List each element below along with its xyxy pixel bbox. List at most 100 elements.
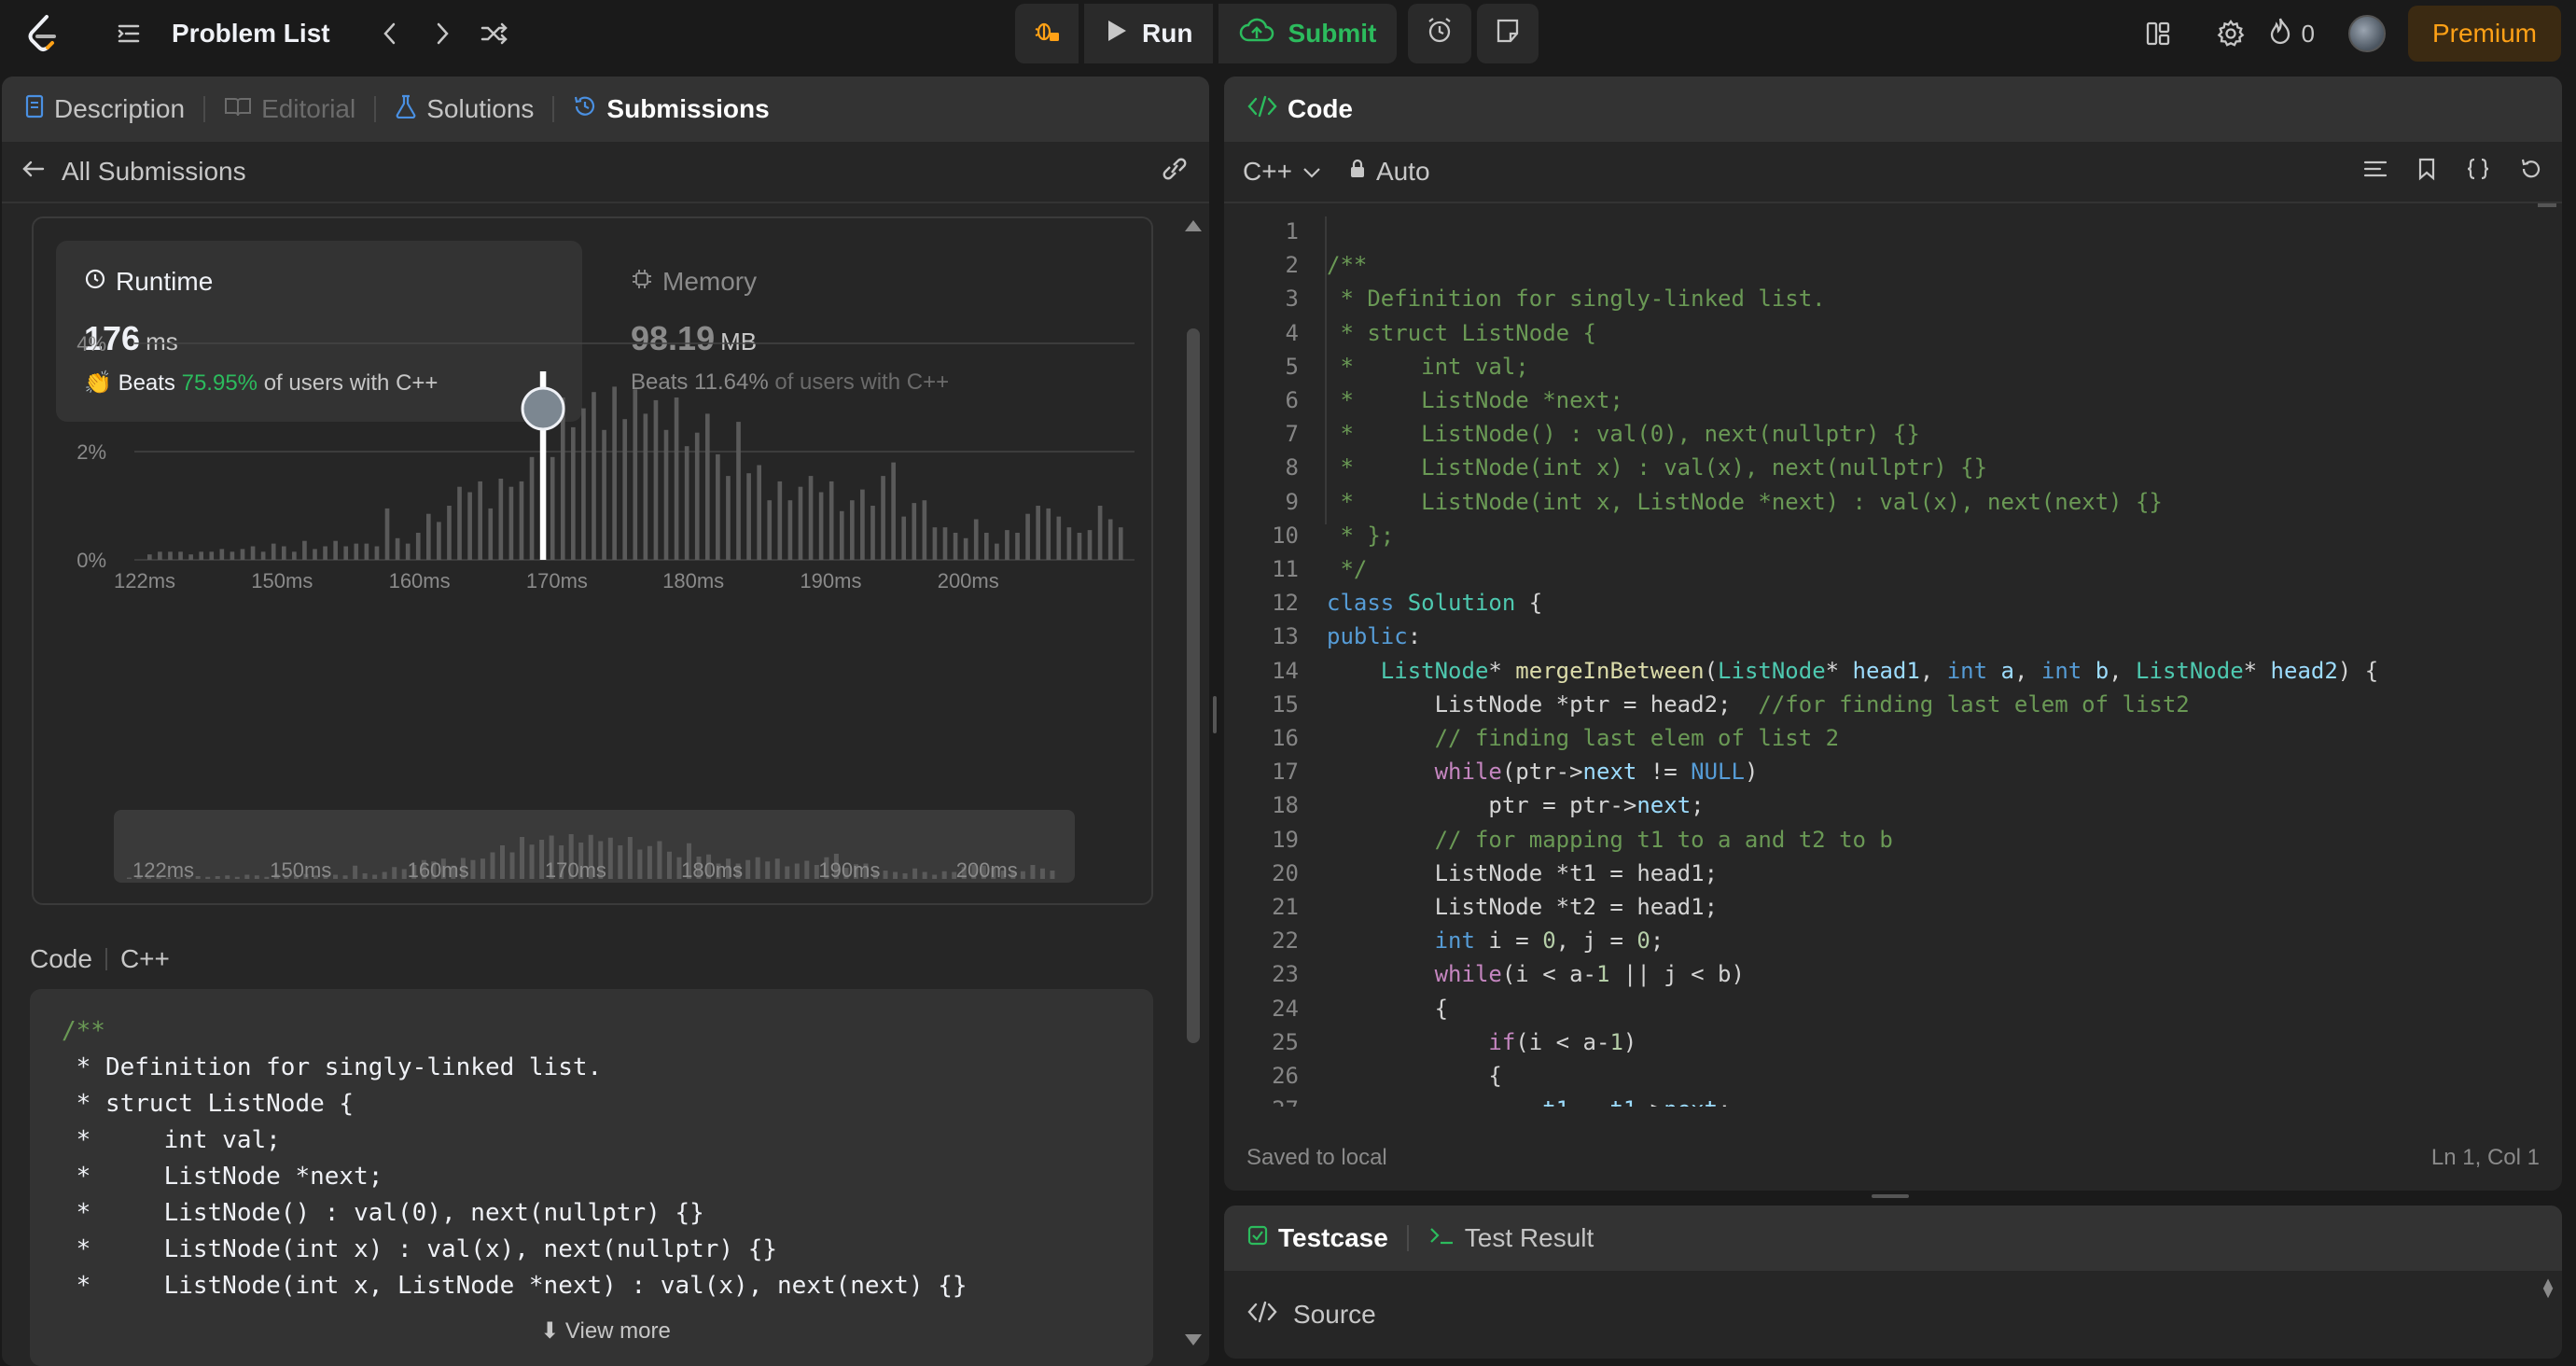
distribution-bar[interactable]	[519, 481, 524, 560]
horizontal-splitter-handle[interactable]	[1872, 1194, 1909, 1198]
distribution-bar[interactable]	[415, 533, 421, 560]
distribution-bar[interactable]	[1025, 513, 1030, 560]
distribution-bar[interactable]	[891, 462, 896, 560]
problem-list-icon[interactable]	[103, 7, 155, 60]
distribution-bar[interactable]	[674, 397, 679, 560]
share-link-icon[interactable]	[1159, 156, 1191, 188]
distribution-bar[interactable]	[333, 540, 338, 560]
distribution-bar[interactable]	[592, 392, 596, 560]
distribution-bar[interactable]	[1036, 506, 1040, 560]
distribution-bar[interactable]	[405, 543, 411, 560]
distribution-bar[interactable]	[313, 549, 317, 560]
distribution-bar[interactable]	[467, 492, 472, 561]
editor-scroll-indicator[interactable]	[2538, 203, 2556, 207]
distribution-bar[interactable]	[726, 476, 731, 560]
distribution-bar[interactable]	[343, 546, 349, 561]
scroll-up-arrow-icon[interactable]	[1185, 220, 1202, 231]
distribution-bar[interactable]	[922, 500, 927, 560]
distribution-bar[interactable]	[395, 537, 400, 560]
editor-code-text[interactable]: /** * Definition for singly-linked list.…	[1327, 215, 2378, 1107]
left-scrollbar[interactable]	[1187, 328, 1200, 1043]
distribution-bar[interactable]	[199, 551, 204, 560]
curly-braces-icon[interactable]	[2465, 157, 2491, 188]
distribution-bar[interactable]	[354, 543, 359, 560]
shuffle-icon[interactable]	[468, 7, 521, 60]
resize-arrows-icon[interactable]: ▲ ▼	[2540, 1275, 2556, 1301]
distribution-bar[interactable]	[437, 522, 441, 560]
streak-counter[interactable]: 0	[2268, 16, 2315, 52]
distribution-bar[interactable]	[374, 546, 380, 561]
distribution-bar[interactable]	[1066, 527, 1072, 560]
tab-description[interactable]: Description	[24, 94, 185, 125]
distribution-bar[interactable]	[1118, 527, 1123, 560]
next-problem-icon[interactable]	[416, 7, 468, 60]
distribution-bar[interactable]	[498, 479, 504, 560]
distribution-bar[interactable]	[478, 481, 483, 560]
distribution-bar[interactable]	[612, 386, 617, 560]
distribution-bar[interactable]	[757, 465, 761, 561]
distribution-bar[interactable]	[281, 546, 286, 561]
distribution-bar[interactable]	[147, 554, 152, 560]
auto-mode-toggle[interactable]: Auto	[1348, 157, 1430, 187]
bookmark-icon[interactable]	[2416, 157, 2437, 188]
notes-button[interactable]	[1477, 4, 1539, 63]
distribution-bar[interactable]	[240, 549, 245, 560]
tab-testcase[interactable]: Testcase	[1246, 1223, 1388, 1253]
tab-code[interactable]: Code	[1246, 94, 1353, 125]
distribution-bar[interactable]	[178, 551, 183, 560]
distribution-bar[interactable]	[901, 516, 907, 560]
distribution-bar[interactable]	[581, 408, 586, 560]
premium-button[interactable]: Premium	[2407, 6, 2561, 62]
source-toggle[interactable]: Source	[1224, 1271, 2562, 1359]
language-select[interactable]: C++	[1243, 157, 1322, 187]
distribution-bar[interactable]	[271, 543, 276, 560]
distribution-bar[interactable]	[292, 551, 297, 560]
submit-button[interactable]: Submit	[1218, 4, 1398, 63]
reset-icon[interactable]	[2519, 157, 2543, 188]
distribution-bar[interactable]	[828, 481, 834, 560]
distribution-bar[interactable]	[219, 549, 225, 560]
run-button[interactable]: Run	[1084, 4, 1214, 63]
distribution-bar[interactable]	[1077, 533, 1082, 560]
layout-icon[interactable]	[2132, 7, 2184, 60]
distribution-bar[interactable]	[787, 500, 793, 560]
distribution-bar[interactable]	[158, 551, 162, 560]
distribution-bar[interactable]	[250, 546, 256, 561]
back-arrow-icon[interactable]	[21, 157, 47, 187]
prev-problem-icon[interactable]	[364, 7, 416, 60]
distribution-bar[interactable]	[457, 486, 462, 560]
distribution-bar[interactable]	[777, 481, 783, 560]
distribution-bar[interactable]	[302, 540, 307, 560]
distribution-bar[interactable]	[963, 537, 968, 560]
distribution-bar[interactable]	[850, 500, 855, 560]
distribution-bar[interactable]	[1056, 516, 1062, 560]
distribution-bar[interactable]	[973, 519, 979, 561]
runtime-distribution-chart[interactable]: 4% 2% 0% 122ms 150ms 160ms 170ms 180ms 190ms 200m…	[34, 218, 1155, 909]
distribution-bar[interactable]	[508, 486, 514, 560]
distribution-bar[interactable]	[230, 551, 235, 560]
code-editor[interactable]: 1 2 3 4 5 6 7 8 9 10 11 12 13 14 15 16 17 18 19 20 21 22 23 24 2…	[1224, 203, 2562, 1107]
scroll-down-arrow-icon[interactable]	[1185, 1334, 1202, 1345]
distribution-bar[interactable]	[529, 456, 535, 560]
distribution-bar[interactable]	[168, 551, 173, 560]
distribution-bar[interactable]	[746, 473, 751, 560]
distribution-bar[interactable]	[488, 508, 494, 560]
distribution-bar[interactable]	[1046, 508, 1051, 560]
distribution-bar[interactable]	[818, 492, 824, 561]
distribution-bar[interactable]	[881, 476, 885, 560]
distribution-bar[interactable]	[602, 429, 606, 560]
all-submissions-link[interactable]: All Submissions	[62, 157, 246, 187]
distribution-bar[interactable]	[1097, 506, 1103, 560]
distribution-bar[interactable]	[912, 503, 917, 560]
user-position-marker[interactable]	[521, 386, 565, 431]
timer-button[interactable]	[1408, 4, 1472, 63]
debug-button[interactable]	[1015, 4, 1079, 63]
distribution-bar[interactable]	[684, 446, 689, 560]
distribution-bar[interactable]	[1107, 519, 1113, 561]
distribution-bar[interactable]	[983, 533, 989, 560]
distribution-bar[interactable]	[932, 527, 938, 560]
distribution-bar[interactable]	[860, 489, 865, 560]
user-avatar[interactable]	[2347, 15, 2386, 52]
settings-gear-icon[interactable]	[2205, 7, 2257, 60]
distribution-bar[interactable]	[1015, 533, 1020, 560]
